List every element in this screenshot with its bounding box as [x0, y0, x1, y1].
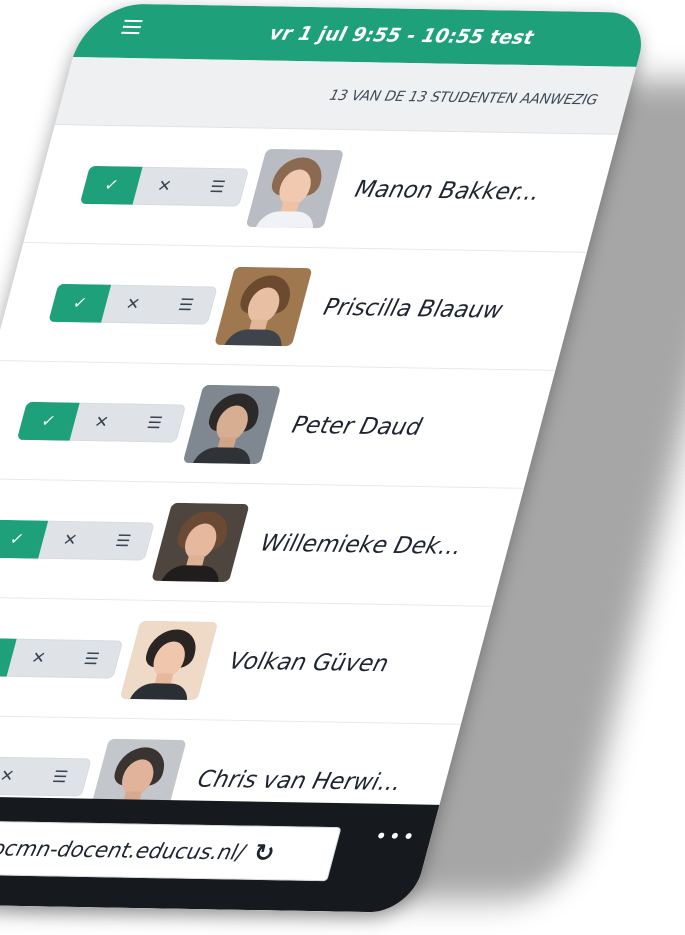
avatar[interactable] — [119, 620, 219, 700]
attendance-summary-bar: 13 VAN DE 13 STUDENTEN AANWEZIG — [54, 57, 637, 135]
x-icon: ✕ — [29, 648, 48, 668]
avatar[interactable] — [151, 502, 250, 582]
details-button[interactable]: ☰ — [60, 639, 123, 678]
list-icon: ☰ — [82, 648, 102, 669]
reload-icon[interactable]: ↻ — [250, 839, 277, 867]
attendance-toggle: ✓ ✕ ☰ — [0, 519, 155, 561]
url-text: rocmn-docent.educus.nl/ — [0, 836, 248, 865]
student-name[interactable]: Manon Bakker... — [352, 176, 543, 205]
list-icon: ☰ — [113, 530, 133, 551]
attendance-toggle: ✓ ✕ ☰ — [16, 401, 187, 443]
student-name[interactable]: Willemieke Dek... — [258, 530, 465, 560]
phone-view: vr 1 jul 9:55 - 10:55 test 13 VAN DE 13 … — [0, 0, 685, 935]
student-list: ✓ ✕ ☰ Manon Bakker... ✓ ✕ ☰ Priscilla Bl… — [0, 125, 619, 913]
attendance-toggle: ✓ ✕ ☰ — [0, 755, 92, 797]
list-icon: ☰ — [207, 177, 228, 197]
student-name[interactable]: Chris van Herwi... — [195, 766, 404, 796]
attendance-toggle: ✓ ✕ ☰ — [79, 165, 250, 207]
student-row: ✓ ✕ ☰ Priscilla Blaauw — [0, 243, 587, 371]
student-name[interactable]: Volkan Güven — [226, 648, 391, 677]
student-row: ✓ ✕ ☰ Manon Bakker... — [23, 125, 619, 253]
details-button[interactable]: ☰ — [29, 757, 92, 796]
student-name[interactable]: Peter Daud — [289, 412, 424, 440]
student-row: ✓ ✕ ☰ Volkan Güven — [0, 596, 493, 725]
more-icon[interactable]: ••• — [372, 824, 420, 849]
app-screen: vr 1 jul 9:55 - 10:55 test 13 VAN DE 13 … — [0, 3, 651, 913]
student-row: ✓ ✕ ☰ Willemieke Dek... — [0, 478, 524, 607]
student-name[interactable]: Priscilla Blaauw — [321, 294, 506, 323]
x-icon: ✕ — [123, 294, 143, 314]
details-button[interactable]: ☰ — [155, 285, 218, 324]
top-bar: vr 1 jul 9:55 - 10:55 test — [72, 3, 651, 67]
list-icon: ☰ — [50, 766, 70, 787]
attendance-toggle: ✓ ✕ ☰ — [48, 283, 218, 325]
avatar[interactable] — [214, 266, 313, 346]
list-icon: ☰ — [145, 413, 165, 433]
url-bar[interactable]: rocmn-docent.educus.nl/ ↻ — [0, 820, 342, 882]
details-button[interactable]: ☰ — [92, 521, 155, 560]
avatar[interactable] — [245, 148, 345, 228]
hamburger-menu-icon[interactable] — [121, 19, 143, 35]
check-icon: ✓ — [70, 293, 90, 313]
check-icon: ✓ — [7, 529, 27, 549]
browser-toolbar: ⧉ rocmn-docent.educus.nl/ ↻ ••• — [0, 794, 440, 913]
check-icon: ✓ — [102, 175, 121, 195]
lesson-title: vr 1 jul 9:55 - 10:55 test — [267, 22, 537, 49]
attendance-toggle: ✓ ✕ ☰ — [0, 637, 124, 679]
avatar[interactable] — [182, 384, 282, 464]
check-icon: ✓ — [39, 411, 58, 431]
x-icon: ✕ — [92, 412, 111, 432]
attendance-summary: 13 VAN DE 13 STUDENTEN AANWEZIG — [327, 87, 600, 108]
x-icon: ✕ — [60, 530, 80, 550]
list-icon: ☰ — [176, 295, 196, 315]
student-row: ✓ ✕ ☰ Peter Daud — [0, 361, 556, 489]
x-icon: ✕ — [155, 176, 174, 196]
details-button[interactable]: ☰ — [123, 403, 186, 442]
x-icon: ✕ — [0, 766, 17, 786]
details-button[interactable]: ☰ — [186, 167, 249, 206]
